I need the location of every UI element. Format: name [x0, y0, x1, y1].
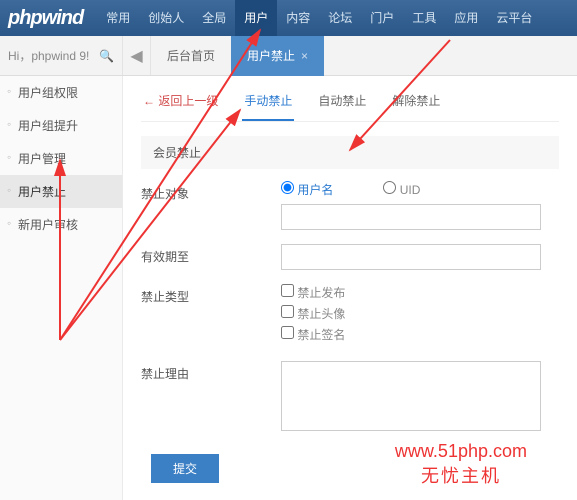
section-title: 会员禁止 — [141, 136, 559, 169]
top-nav: phpwind 常用创始人全局用户内容论坛门户工具应用云平台 — [0, 0, 577, 36]
topnav-item-1[interactable]: 创始人 — [139, 0, 193, 36]
search-icon[interactable]: 🔍 — [99, 49, 114, 63]
row-target: 禁止对象 用户名 UID — [141, 181, 559, 230]
sidebar-item-2[interactable]: 用户管理 — [0, 142, 122, 175]
topnav-item-5[interactable]: 论坛 — [319, 0, 361, 36]
topnav-item-7[interactable]: 工具 — [403, 0, 445, 36]
row-expire: 有效期至 — [141, 244, 559, 270]
radio-uid[interactable]: UID — [383, 181, 420, 198]
subtab-1[interactable]: 自动禁止 — [316, 86, 368, 121]
submit-button[interactable]: 提交 — [151, 454, 219, 483]
topnav-item-3[interactable]: 用户 — [235, 0, 277, 36]
sub-tabs: 返回上一级 手动禁止自动禁止解除禁止 — [141, 86, 559, 122]
sidebar-item-1[interactable]: 用户组提升 — [0, 109, 122, 142]
back-link[interactable]: 返回上一级 — [141, 86, 220, 121]
type-checkbox-2[interactable]: 禁止签名 — [281, 326, 559, 343]
sidebar-item-3[interactable]: 用户禁止 — [0, 175, 122, 208]
expire-label: 有效期至 — [141, 244, 281, 265]
logo: phpwind — [8, 7, 83, 30]
tab-area: 后台首页用户禁止× — [151, 36, 324, 75]
reason-textarea[interactable] — [281, 361, 541, 431]
sidebar-item-0[interactable]: 用户组权限 — [0, 76, 122, 109]
target-radio-group: 用户名 UID — [281, 181, 559, 198]
row-reason: 禁止理由 — [141, 361, 559, 434]
radio-username[interactable]: 用户名 — [281, 181, 333, 198]
type-checkbox-0[interactable]: 禁止发布 — [281, 284, 559, 301]
nav-back-button[interactable]: ◀ — [123, 36, 151, 75]
reason-label: 禁止理由 — [141, 361, 281, 382]
topnav-item-6[interactable]: 门户 — [361, 0, 403, 36]
topnav-item-0[interactable]: 常用 — [97, 0, 139, 36]
tab-0[interactable]: 后台首页 — [151, 36, 231, 76]
tab-1[interactable]: 用户禁止× — [231, 36, 324, 76]
close-icon[interactable]: × — [301, 49, 308, 63]
sub-bar: Hi，phpwind 9! 🔍 ◀ 后台首页用户禁止× — [0, 36, 577, 76]
main-panel: 返回上一级 手动禁止自动禁止解除禁止 会员禁止 禁止对象 用户名 UID 有效期… — [123, 76, 577, 500]
target-label: 禁止对象 — [141, 181, 281, 202]
topnav-item-4[interactable]: 内容 — [277, 0, 319, 36]
sidebar-item-4[interactable]: 新用户审核 — [0, 208, 122, 241]
subtab-0[interactable]: 手动禁止 — [242, 86, 294, 121]
welcome-box: Hi，phpwind 9! 🔍 — [0, 36, 123, 75]
topnav-item-9[interactable]: 云平台 — [487, 0, 541, 36]
target-input[interactable] — [281, 204, 541, 230]
sidebar: 用户组权限用户组提升用户管理用户禁止新用户审核 — [0, 76, 123, 500]
welcome-text: Hi，phpwind 9! — [8, 47, 89, 64]
row-type: 禁止类型 禁止发布 禁止头像 禁止签名 — [141, 284, 559, 347]
expire-input[interactable] — [281, 244, 541, 270]
type-checkbox-1[interactable]: 禁止头像 — [281, 305, 559, 322]
topnav-item-2[interactable]: 全局 — [193, 0, 235, 36]
subtab-2[interactable]: 解除禁止 — [390, 86, 442, 121]
topnav-item-8[interactable]: 应用 — [445, 0, 487, 36]
type-label: 禁止类型 — [141, 284, 281, 305]
